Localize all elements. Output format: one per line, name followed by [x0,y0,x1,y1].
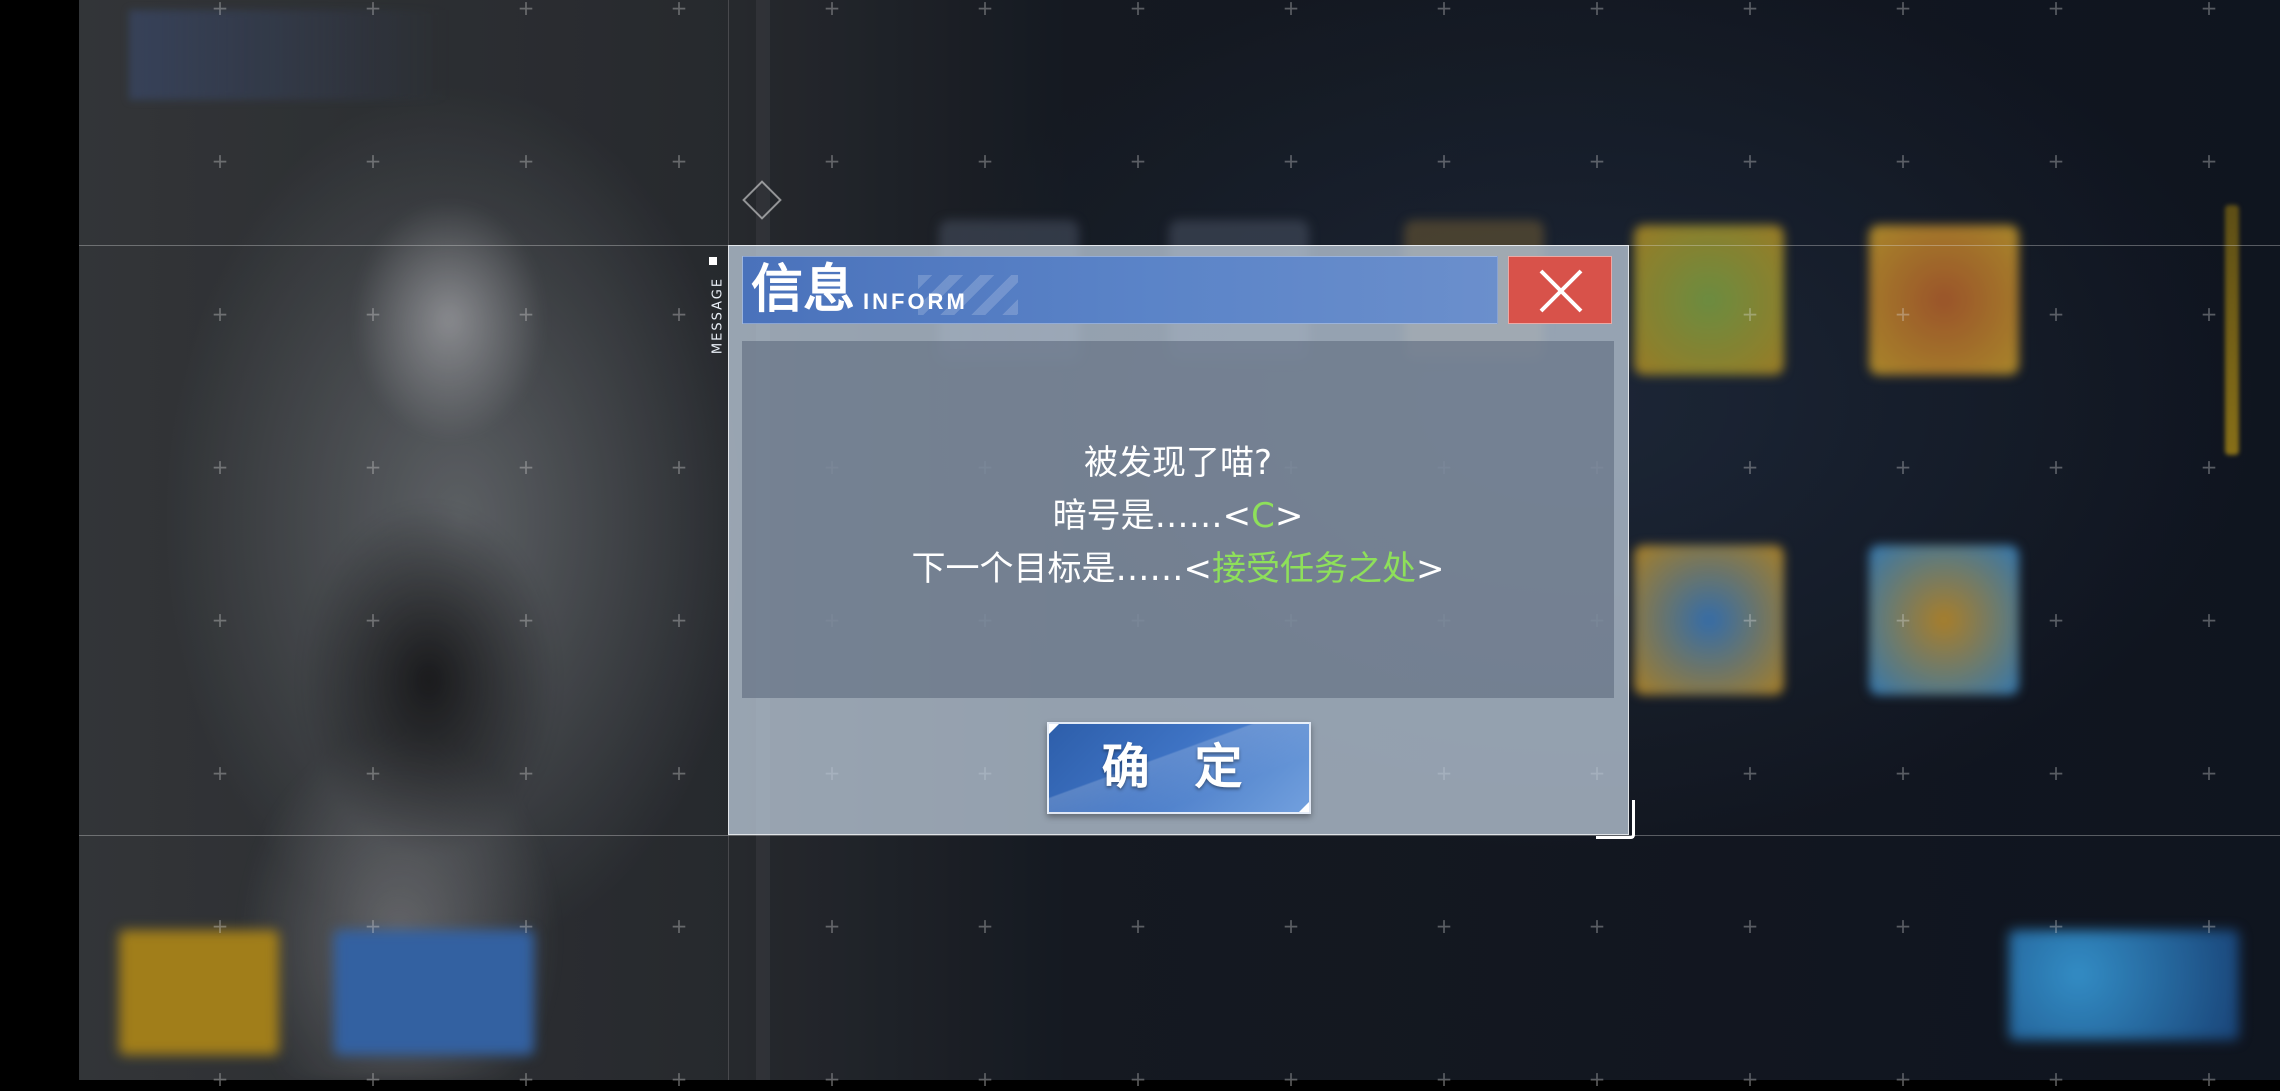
message-text: 暗号是……< [1052,496,1252,536]
message-text: 下一个目标是……< [911,549,1213,589]
message-text: 被发现了喵? [1083,443,1273,483]
message-text: > [1274,496,1304,536]
target-highlight: 接受任务之处 [1212,549,1416,589]
message-panel: 被发现了喵? 暗号是……<C> 下一个目标是……<接受任务之处> [742,341,1614,698]
inform-dialog: 信息 INFORM 被发现了喵? 暗号是……<C> 下一个目标是……<接受任务之… [728,245,1629,835]
message-line-2: 暗号是……<C> [742,494,1614,538]
message-side-label: MESSAGE [700,250,726,370]
square-bullet-icon [709,257,717,265]
code-highlight: C [1251,496,1275,536]
close-icon [1539,269,1583,313]
message-text: > [1416,549,1445,589]
message-line-3: 下一个目标是……<接受任务之处> [742,547,1614,591]
dialog-title-bar: 信息 INFORM [742,256,1498,324]
confirm-button[interactable]: 确 定 [1047,722,1311,814]
side-label-text: MESSAGE [710,276,726,355]
dialog-corner-bracket [1596,800,1635,839]
dialog-subtitle: INFORM [863,289,968,314]
message-line-1: 被发现了喵? [742,441,1614,485]
dialog-title: 信息 [751,259,856,320]
confirm-button-label: 确 定 [1101,739,1257,795]
close-button[interactable] [1508,256,1612,324]
